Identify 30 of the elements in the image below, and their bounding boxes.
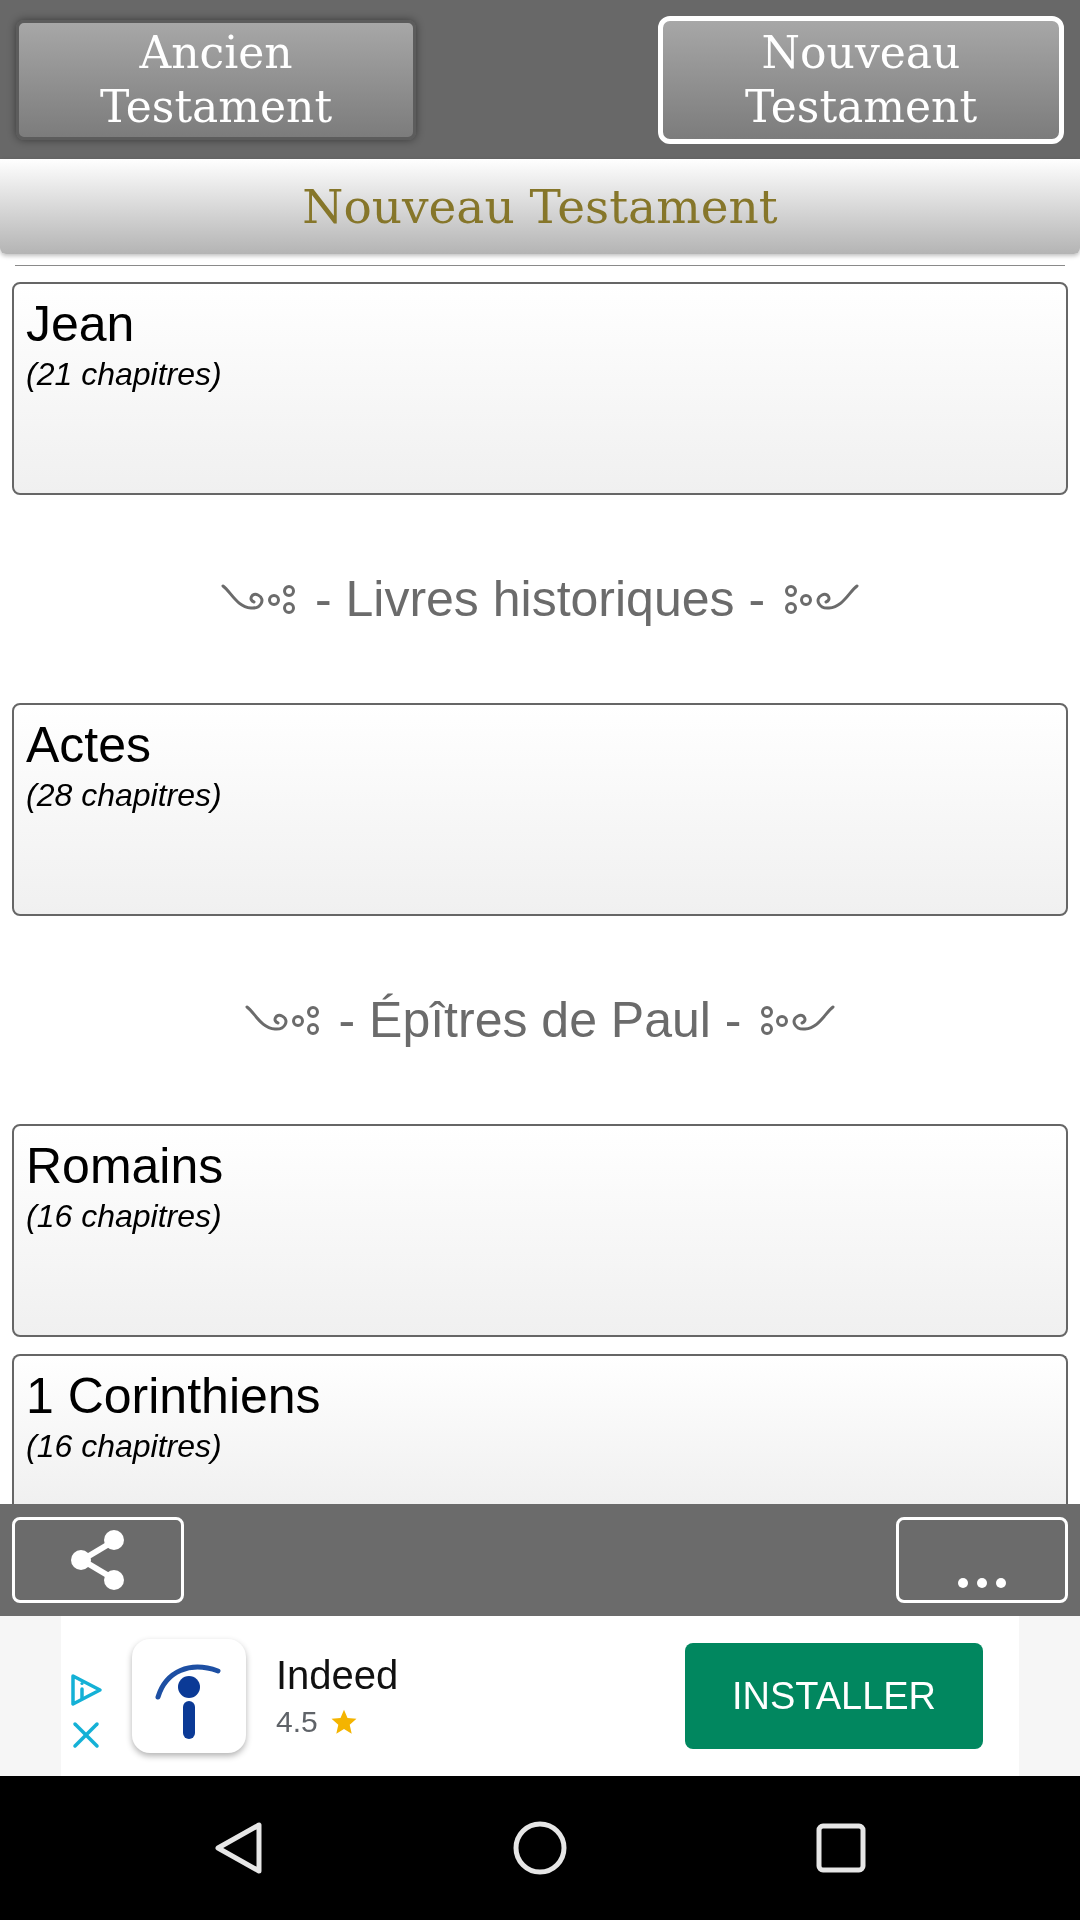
- install-button[interactable]: INSTALLER: [685, 1643, 983, 1749]
- home-icon[interactable]: [513, 1821, 567, 1875]
- book-title: Jean: [26, 295, 135, 354]
- section-divider-label: - Livres historiques -: [314, 570, 766, 629]
- book-title: Romains: [26, 1137, 224, 1196]
- back-icon[interactable]: [214, 1821, 264, 1875]
- chapter-count: (16 chapitres): [26, 1427, 222, 1466]
- testament-tab[interactable]: Nouveau Testament: [658, 15, 1064, 144]
- section-divider-label: - Épîtres de Paul -: [338, 991, 742, 1050]
- testament-tab[interactable]: Ancien Testament: [16, 19, 416, 140]
- book-title: Actes: [26, 716, 152, 775]
- section-title: Nouveau Testament: [302, 178, 778, 235]
- more-icon: [958, 1578, 1006, 1588]
- book-card[interactable]: Romains (16 chapitres): [12, 1124, 1068, 1337]
- book-card[interactable]: Jean (21 chapitres): [12, 282, 1068, 495]
- share-icon: [69, 1529, 127, 1591]
- ad-banner[interactable]: Indeed 4.5 INSTALLER: [61, 1616, 1019, 1776]
- recents-icon[interactable]: [816, 1823, 866, 1873]
- share-button[interactable]: [12, 1517, 184, 1603]
- book-card[interactable]: 1 Corinthiens (16 chapitres): [12, 1354, 1068, 1504]
- app-name: Indeed: [276, 1652, 399, 1699]
- app-rating: 4.5: [276, 1704, 318, 1740]
- book-title: 1 Corinthiens: [26, 1367, 321, 1426]
- more-button[interactable]: [896, 1517, 1068, 1603]
- star-icon: [329, 1708, 358, 1736]
- app-logo-icon: [132, 1639, 246, 1753]
- chapter-count: (16 chapitres): [26, 1197, 222, 1236]
- book-card[interactable]: Actes (28 chapitres): [12, 703, 1068, 916]
- chapter-count: (21 chapitres): [26, 355, 222, 394]
- chapter-count: (28 chapitres): [26, 776, 222, 815]
